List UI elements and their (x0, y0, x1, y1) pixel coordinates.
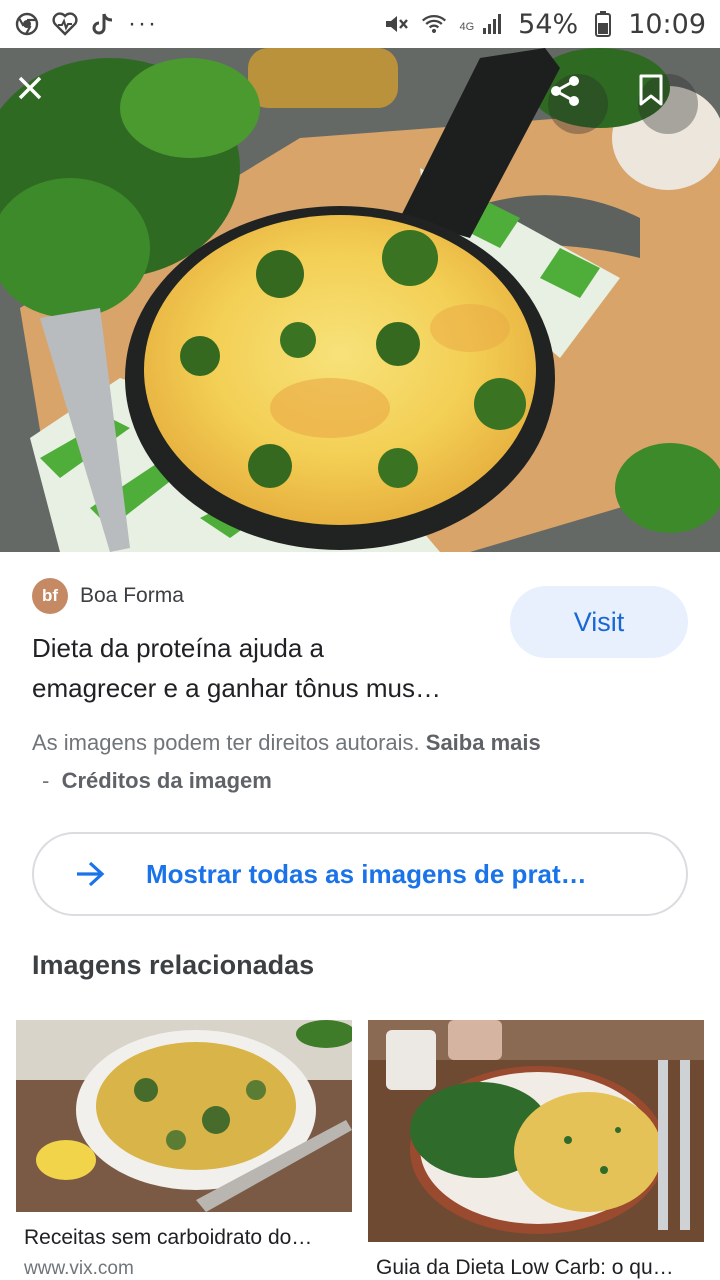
visit-button[interactable]: Visit (510, 586, 688, 658)
hero-image[interactable] (0, 48, 720, 552)
related-thumbnail (16, 1020, 352, 1212)
related-item[interactable]: Guia da Dieta Low Carb: o qu… (368, 1020, 704, 1280)
mute-icon (383, 11, 409, 37)
wifi-icon (421, 11, 447, 37)
related-title: Receitas sem carboidrato do… (24, 1226, 313, 1249)
related-title: Guia da Dieta Low Carb: o qu… (376, 1256, 674, 1279)
result-title-line1: Dieta da proteína ajuda a (32, 633, 324, 663)
related-thumbnail (368, 1020, 704, 1242)
result-title-line2: emagrecer e a ganhar tônus mus… (32, 673, 441, 703)
result-title[interactable]: Dieta da proteína ajuda a emagrecer e a … (32, 628, 482, 708)
show-all-label: Mostrar todas as imagens de prat… (146, 858, 587, 889)
separator: - (42, 768, 50, 793)
source-row[interactable]: bf Boa Forma (32, 578, 184, 614)
related-heading: Imagens relacionadas (32, 950, 315, 980)
share-button[interactable] (548, 74, 608, 134)
show-all-images-button[interactable]: Mostrar todas as imagens de prat… (32, 832, 688, 916)
network-type-label: 4G (459, 20, 475, 33)
source-name: Boa Forma (80, 584, 184, 607)
related-site: www.vix.com (24, 1258, 134, 1279)
bookmark-button[interactable] (638, 74, 698, 134)
source-logo: bf (32, 578, 68, 614)
health-icon (52, 11, 78, 37)
battery-icon (590, 11, 616, 37)
arrow-right-icon (34, 861, 146, 887)
related-item[interactable]: Receitas sem carboidrato do… www.vix.com (16, 1020, 352, 1280)
clock: 10:09 (628, 8, 706, 40)
learn-more-link[interactable]: Saiba mais (426, 730, 541, 755)
status-bar: ··· 4G 54% 10:09 (0, 0, 720, 48)
more-notifications-icon: ··· (128, 10, 158, 37)
image-credits-link[interactable]: Créditos da imagem (62, 768, 272, 793)
frittata-photo (0, 48, 720, 552)
chrome-icon (14, 11, 40, 37)
status-bar-right: 4G 54% 10:09 (383, 9, 706, 40)
battery-percent: 54% (518, 8, 579, 40)
copyright-notice: As imagens podem ter direitos autorais. … (32, 724, 541, 800)
signal-icon (480, 11, 506, 37)
close-button[interactable] (16, 74, 76, 134)
copyright-text: As imagens podem ter direitos autorais. (32, 730, 420, 755)
tiktok-icon (90, 11, 116, 37)
status-bar-left: ··· (14, 10, 158, 38)
